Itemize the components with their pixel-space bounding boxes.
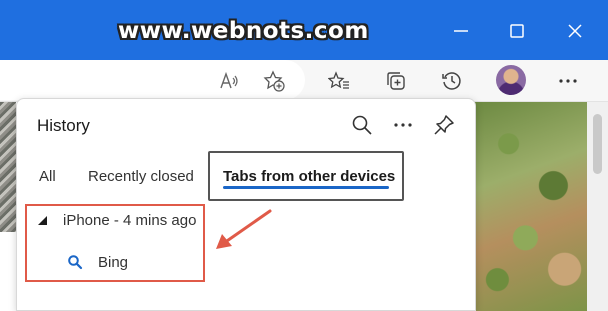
title-bar: www.webnots.com (0, 0, 608, 60)
add-favorite-icon[interactable] (263, 70, 285, 92)
collections-icon[interactable] (385, 70, 407, 92)
tab-all[interactable]: All (39, 168, 56, 185)
history-panel: History All Recently closed Tabs from ot… (16, 98, 476, 311)
more-options-icon[interactable] (391, 113, 415, 137)
more-icon[interactable] (557, 70, 579, 92)
tab-other-devices[interactable]: Tabs from other devices (223, 168, 395, 185)
address-bar[interactable] (0, 60, 305, 100)
watermark: www.webnots.com (118, 18, 369, 44)
pin-icon[interactable] (432, 113, 456, 137)
avatar[interactable] (496, 65, 526, 95)
annotation-arrow (216, 209, 272, 249)
history-icon[interactable] (441, 70, 463, 92)
panel-title: History (37, 116, 90, 135)
search-icon[interactable] (350, 113, 374, 137)
toolbar (0, 60, 608, 102)
device-group-label[interactable]: iPhone - 4 mins ago (63, 212, 196, 229)
favorites-icon[interactable] (328, 70, 350, 92)
scrollbar[interactable] (587, 102, 608, 311)
tab-selected-indicator (223, 186, 389, 189)
scrollbar-thumb[interactable] (593, 114, 602, 174)
maximize-icon[interactable] (504, 18, 530, 44)
collapse-caret-icon[interactable] (38, 216, 47, 225)
tab-recently-closed[interactable]: Recently closed (88, 168, 194, 185)
minimize-icon[interactable] (448, 18, 474, 44)
history-item-bing[interactable]: Bing (98, 254, 128, 271)
read-aloud-icon[interactable] (218, 70, 240, 92)
page-background-left-blank (0, 232, 16, 311)
page-background-image (475, 102, 587, 311)
search-icon (68, 255, 83, 270)
close-icon[interactable] (562, 18, 588, 44)
